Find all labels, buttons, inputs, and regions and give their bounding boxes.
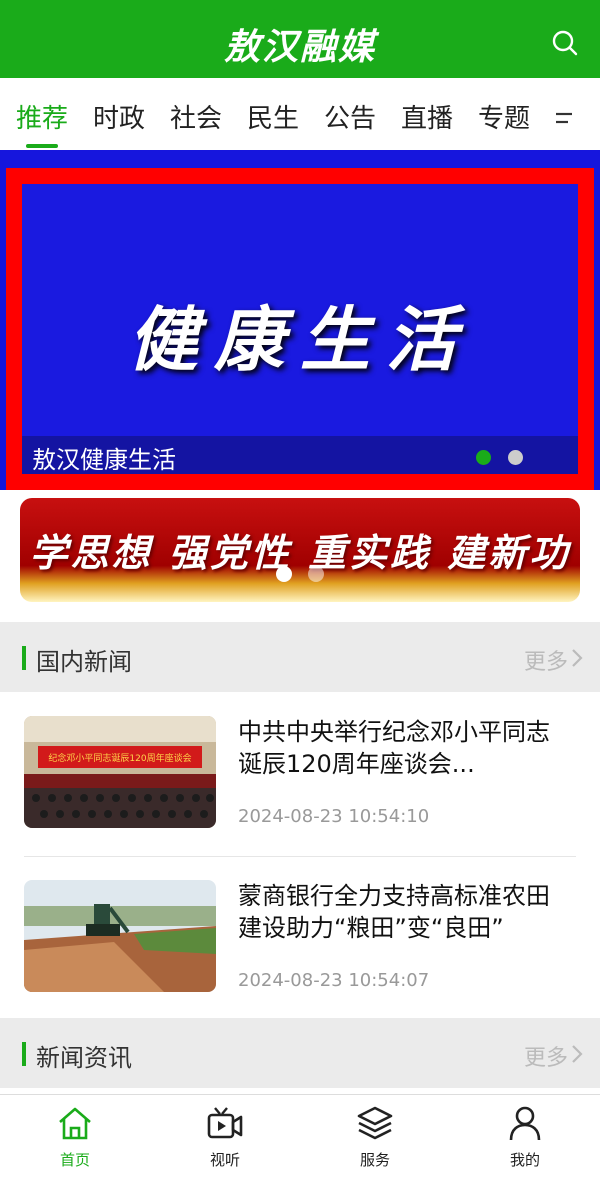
tab-live[interactable]: 直播 [401,98,453,135]
layers-icon [357,1106,393,1140]
chevron-right-icon[interactable] [570,648,584,668]
user-icon [509,1106,541,1141]
section-accent-bar [22,646,26,670]
section-title: 国内新闻 [36,648,132,676]
news-item[interactable]: 蒙商银行全力支持高标准农田建设助力“粮田”变“良田” 2024-08-23 10… [24,880,576,1022]
banner-dot[interactable] [308,566,324,582]
hero-art-text: 健康生活 [128,298,472,381]
nav-video[interactable]: 视听 [150,1095,300,1185]
more-link[interactable]: 更多 [524,644,568,676]
top-app-bar: 敖汉融媒 [0,0,600,78]
news-thumbnail: 纪念邓小平同志诞辰120周年座谈会 [24,716,216,828]
divider [24,856,576,857]
tab-special[interactable]: 专题 [478,98,530,135]
tab-politics[interactable]: 时政 [93,98,145,135]
hero-slide[interactable]: 健康生活 敖汉健康生活 [6,168,594,490]
carousel-dot-active[interactable] [476,450,491,465]
section-title: 新闻资讯 [36,1044,132,1072]
nav-mine[interactable]: 我的 [450,1095,600,1185]
tab-announcement[interactable]: 公告 [324,98,376,135]
nav-label: 视听 [209,1151,240,1169]
tab-recommend[interactable]: 推荐 [16,98,68,135]
nav-label: 首页 [59,1151,90,1169]
section-accent-bar [22,1042,26,1066]
slogan-banner[interactable]: 学思想 强党性 重实践 建新功 [20,498,580,602]
chevron-right-icon[interactable] [570,1044,584,1064]
active-tab-indicator [26,144,58,148]
news-item[interactable]: 纪念邓小平同志诞辰120周年座谈会 中共中央举行纪念邓小平同志诞辰120周年座谈… [24,716,576,858]
app-logo: 敖汉融媒 [223,26,376,68]
nav-home[interactable]: 首页 [0,1095,150,1185]
search-icon[interactable] [552,30,578,56]
nav-label: 服务 [359,1151,390,1169]
section-header-news: 新闻资讯 更多 [0,1018,600,1088]
thumb-banner-text: 纪念邓小平同志诞辰120周年座谈会 [48,752,191,764]
news-time: 2024-08-23 10:54:07 [238,970,430,991]
news-time: 2024-08-23 10:54:10 [238,806,430,827]
tab-livelihood[interactable]: 民生 [247,98,299,135]
hero-carousel[interactable]: 健康生活 敖汉健康生活 [0,150,600,490]
banner-dot-active[interactable] [276,566,292,582]
section-header-domestic: 国内新闻 更多 [0,622,600,692]
tab-society[interactable]: 社会 [170,98,222,135]
nav-service[interactable]: 服务 [300,1095,450,1185]
bottom-navigation: 首页 视听 服务 我的 [0,1094,600,1185]
hero-caption-bar: 敖汉健康生活 [22,436,578,474]
more-link[interactable]: 更多 [524,1040,568,1072]
home-icon [59,1107,91,1140]
hero-caption: 敖汉健康生活 [32,446,176,474]
category-tabs: 推荐 时政 社会 民生 公告 直播 专题 [0,78,600,150]
news-title: 中共中央举行纪念邓小平同志诞辰120周年座谈会... [238,718,550,778]
video-icon [207,1107,243,1139]
nav-label: 我的 [509,1151,540,1169]
banner-slogan: 学思想 强党性 重实践 建新功 [29,530,571,575]
news-title: 蒙商银行全力支持高标准农田建设助力“粮田”变“良田” [238,882,550,942]
more-tabs-icon[interactable] [554,108,582,128]
news-thumbnail [24,880,216,992]
carousel-dot[interactable] [508,450,523,465]
